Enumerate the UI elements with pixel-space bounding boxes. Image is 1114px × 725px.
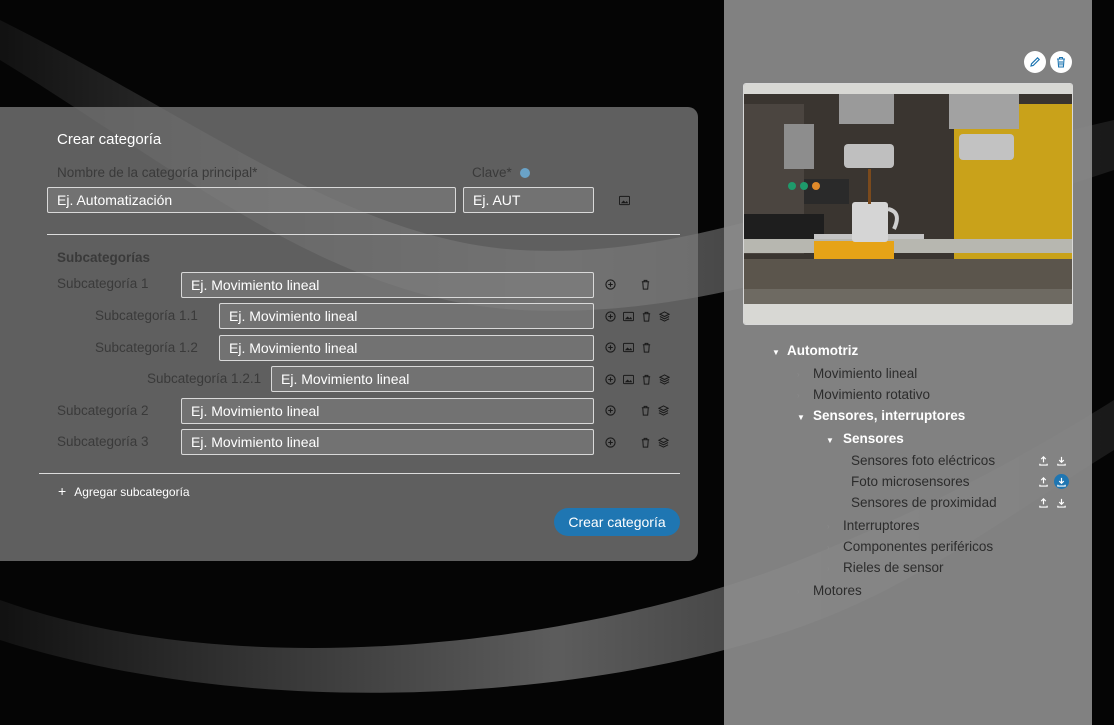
trash-icon[interactable] [640, 405, 651, 416]
edit-pencil-icon[interactable] [1024, 51, 1046, 73]
subcategory-input[interactable] [271, 366, 594, 392]
caret-right-icon[interactable]: › [827, 543, 830, 552]
main-name-input[interactable] [47, 187, 456, 213]
subcategory-label: Subcategoría 1.1 [95, 308, 198, 323]
main-name-label: Nombre de la categoría principal* [57, 165, 258, 180]
layers-icon[interactable] [659, 374, 670, 385]
add-subcategory-link[interactable]: + Agregar subcategoría [58, 483, 190, 499]
delete-trash-icon[interactable] [1050, 51, 1072, 73]
subcategory-input[interactable] [181, 429, 594, 455]
image-icon[interactable] [619, 195, 630, 206]
upload-icon[interactable] [1037, 496, 1050, 509]
info-icon[interactable] [520, 168, 530, 178]
add-circle-icon[interactable] [605, 374, 616, 385]
subcategory-input[interactable] [181, 272, 594, 298]
layers-icon[interactable] [659, 311, 670, 322]
trash-icon[interactable] [640, 437, 651, 448]
subcategory-actions [605, 374, 677, 385]
caret-down-icon[interactable]: ▼ [797, 413, 805, 422]
create-category-button[interactable]: Crear categoría [554, 508, 680, 536]
add-circle-icon[interactable] [605, 342, 616, 353]
tree-leaf[interactable]: Foto microsensores [851, 474, 970, 489]
add-circle-icon[interactable] [605, 437, 616, 448]
layers-icon[interactable] [658, 437, 669, 448]
add-circle-icon[interactable] [605, 279, 616, 290]
tree-item[interactable]: Movimiento rotativo [813, 387, 930, 402]
divider-top [47, 234, 680, 235]
caret-right-icon[interactable]: › [827, 564, 830, 573]
subcategory-input[interactable] [219, 303, 594, 329]
trash-icon[interactable] [640, 279, 651, 290]
divider-bottom [39, 473, 680, 474]
subcategory-actions [605, 437, 676, 448]
caret-right-icon[interactable]: › [827, 522, 830, 531]
subcategories-heading: Subcategorías [57, 250, 151, 265]
subcategory-actions [605, 279, 658, 290]
image-icon[interactable] [623, 311, 634, 322]
tree-item[interactable]: Interruptores [843, 518, 920, 533]
caret-right-icon[interactable]: › [797, 370, 800, 379]
caret-down-icon[interactable]: ▼ [772, 348, 780, 357]
key-input[interactable] [463, 187, 594, 213]
tree-item[interactable]: Rieles de sensor [843, 560, 944, 575]
card-title: Crear categoría [57, 131, 162, 148]
layers-icon[interactable] [658, 405, 669, 416]
tree-item-sensores-interruptores[interactable]: Sensores, interruptores [813, 408, 965, 423]
image-icon[interactable] [623, 342, 634, 353]
subcategory-label: Subcategoría 2 [57, 403, 149, 418]
trash-icon[interactable] [641, 342, 652, 353]
tree-item-sensores[interactable]: Sensores [843, 431, 904, 446]
subcategory-input[interactable] [219, 335, 594, 361]
subcategory-label: Subcategoría 1.2.1 [147, 371, 262, 386]
category-image [743, 83, 1073, 325]
upload-icon[interactable] [1037, 454, 1050, 467]
tree-leaf[interactable]: Sensores foto eléctricos [851, 453, 995, 468]
tree-leaf[interactable]: Sensores de proximidad [851, 495, 997, 510]
download-icon[interactable] [1055, 454, 1068, 467]
add-subcategory-label: Agregar subcategoría [74, 485, 190, 499]
add-circle-icon[interactable] [605, 405, 616, 416]
tree-item[interactable]: Movimiento lineal [813, 366, 917, 381]
subcategory-label: Subcategoría 3 [57, 434, 149, 449]
caret-right-icon[interactable]: › [797, 391, 800, 400]
download-icon[interactable] [1055, 496, 1068, 509]
tree-item-automotriz[interactable]: Automotriz [787, 343, 858, 358]
key-label: Clave* [472, 165, 512, 180]
caret-right-icon[interactable]: › [797, 587, 800, 596]
download-icon[interactable] [1054, 474, 1069, 489]
image-icon[interactable] [623, 374, 634, 385]
upload-icon[interactable] [1037, 475, 1050, 488]
plus-icon: + [58, 483, 67, 499]
subcategory-input[interactable] [181, 398, 594, 424]
subcategory-actions [605, 342, 659, 353]
trash-icon[interactable] [641, 374, 652, 385]
add-circle-icon[interactable] [605, 311, 616, 322]
subcategory-label: Subcategoría 1 [57, 276, 149, 291]
subcategory-actions [605, 311, 677, 322]
subcategory-actions [605, 405, 676, 416]
subcategory-label: Subcategoría 1.2 [95, 340, 198, 355]
tree-item[interactable]: Componentes periféricos [843, 539, 993, 554]
trash-icon[interactable] [641, 311, 652, 322]
caret-down-icon[interactable]: ▼ [826, 436, 834, 445]
tree-item[interactable]: Motores [813, 583, 862, 598]
